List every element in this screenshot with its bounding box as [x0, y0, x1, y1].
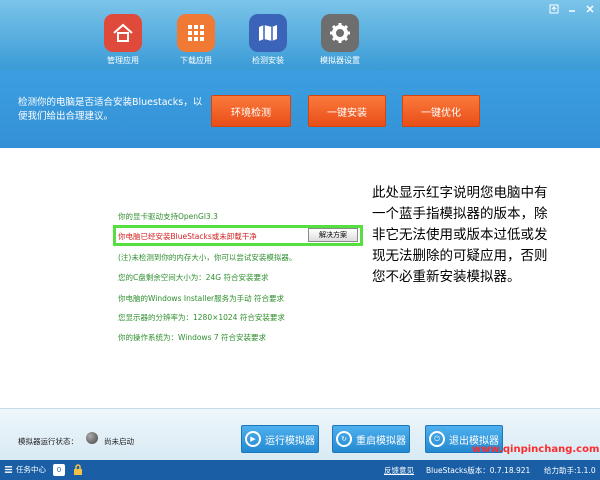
window-controls: [548, 3, 596, 15]
check-item: 你的显卡驱动支持OpenGl3.3: [118, 212, 218, 221]
play-icon: ▶: [245, 431, 261, 447]
check-item: 你的操作系统为：Windows 7 符合安装要求: [118, 333, 267, 342]
nav-manage-apps[interactable]: 管理应用: [93, 14, 153, 66]
status-label: 模拟器运行状态：: [18, 437, 78, 446]
task-count-badge: 0: [53, 464, 65, 476]
grid-icon: [177, 14, 215, 52]
helper-version: 给力助手:1.1.0: [544, 466, 596, 475]
check-item: 您显示器的分辨率为：1280×1024 符合安装要求: [118, 313, 285, 322]
check-item: 您的C盘剩余空间大小为：24G 符合安装要求: [118, 273, 269, 282]
upload-icon[interactable]: [548, 3, 560, 15]
restart-emulator-label: 重启模拟器: [356, 435, 406, 447]
run-emulator-button[interactable]: ▶ 运行模拟器: [241, 425, 319, 453]
annotation-note: 此处显示红字说明您电脑中有一个蓝手指模拟器的版本，除非它无法使用或版本过低或发现…: [372, 185, 548, 285]
nav-detect-install[interactable]: 检测安装: [238, 14, 298, 66]
check-item: (注)未检测到你的内存大小，你可以尝试安装模拟器。: [118, 253, 297, 262]
version-text: BlueStacks版本：0.7.18.921: [426, 466, 531, 475]
band-description: 检测你的电脑是否适合安装Bluestacks，以便我们给出合理建议。: [18, 97, 203, 122]
map-icon: [249, 14, 287, 52]
env-check-button[interactable]: 环境检测: [211, 95, 291, 127]
nav-label: 检测安装: [252, 56, 284, 65]
task-center-label: 任务中心: [16, 465, 46, 474]
check-item-error: 你电脑已经安装BlueStacks或未卸载干净: [118, 232, 257, 241]
task-center-button[interactable]: 任务中心: [4, 464, 46, 475]
watermark: www.qinpinchang.com: [472, 444, 600, 455]
status-value: 尚未启动: [104, 437, 134, 446]
close-icon[interactable]: [584, 3, 596, 15]
nav-label: 模拟器设置: [320, 56, 360, 65]
feedback-link[interactable]: 反馈意见: [384, 465, 414, 476]
gear-icon: [321, 14, 359, 52]
nav-emulator-settings[interactable]: 模拟器设置: [310, 14, 370, 66]
lock-icon[interactable]: [72, 464, 84, 476]
fix-solution-button[interactable]: 解决方案: [308, 228, 358, 242]
check-item: 你电脑的Windows Installer服务为手动 符合要求: [118, 294, 285, 303]
action-band: 检测你的电脑是否适合安装Bluestacks，以便我们给出合理建议。: [0, 70, 600, 148]
status-dot-icon: [86, 432, 98, 444]
taskbar: 任务中心 0 反馈意见 BlueStacks版本：0.7.18.921 给力助手…: [0, 460, 600, 480]
nav-label: 管理应用: [107, 56, 139, 65]
run-emulator-label: 运行模拟器: [265, 435, 315, 447]
restart-emulator-button[interactable]: ↻ 重启模拟器: [332, 425, 410, 453]
list-icon: [4, 466, 13, 473]
one-click-install-button[interactable]: 一键安装: [308, 95, 386, 127]
nav-label: 下载应用: [180, 56, 212, 65]
power-icon: ⏻: [429, 431, 445, 447]
one-click-optimize-button[interactable]: 一键优化: [402, 95, 480, 127]
minimize-icon[interactable]: [566, 3, 578, 15]
refresh-icon: ↻: [336, 431, 352, 447]
top-header: [0, 0, 600, 70]
home-icon: [104, 14, 142, 52]
nav-download-apps[interactable]: 下载应用: [166, 14, 226, 66]
